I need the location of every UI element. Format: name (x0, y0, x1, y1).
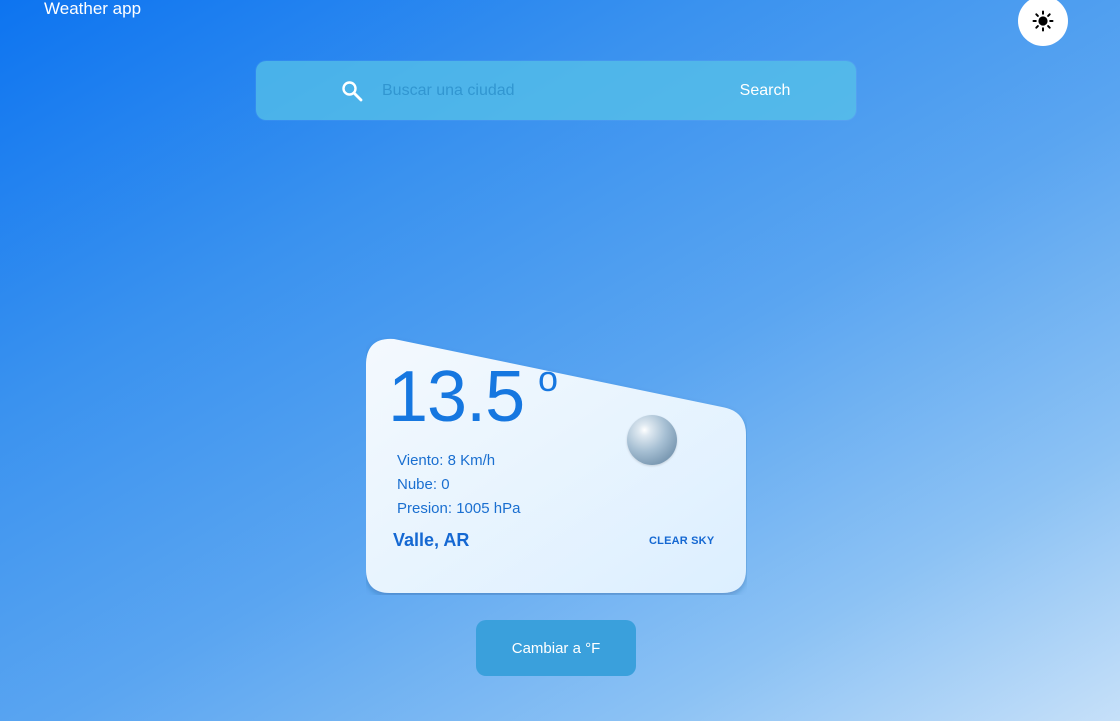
location-label: Valle, AR (393, 530, 470, 550)
theme-toggle-button[interactable] (1018, 0, 1068, 46)
weather-details: Viento: 8 Km/h Nube: 0 Presion: 1005 hPa (397, 449, 520, 521)
unit-toggle-button[interactable]: Cambiar a °F (476, 620, 636, 676)
pressure-text: Presion: 1005 hPa (397, 500, 521, 517)
clouds-text: Nube: 0 (397, 476, 450, 493)
wind-text: Viento: 8 Km/h (397, 452, 496, 469)
search-button[interactable]: Search (726, 75, 804, 107)
degree-symbol: o (538, 358, 559, 399)
search-bar: Search (256, 61, 856, 120)
condition-label: CLEAR SKY (649, 535, 715, 547)
sun-icon (1032, 10, 1054, 32)
clear-sky-sphere-icon (627, 415, 677, 465)
search-icon (342, 81, 363, 102)
temperature-value: 13.5 (388, 357, 525, 437)
app-title: Weather app (44, 0, 142, 18)
search-input[interactable] (382, 75, 682, 107)
weather-card: 13.5 o Viento: 8 Km/h Nube: 0 Presion: 1… (366, 337, 747, 595)
